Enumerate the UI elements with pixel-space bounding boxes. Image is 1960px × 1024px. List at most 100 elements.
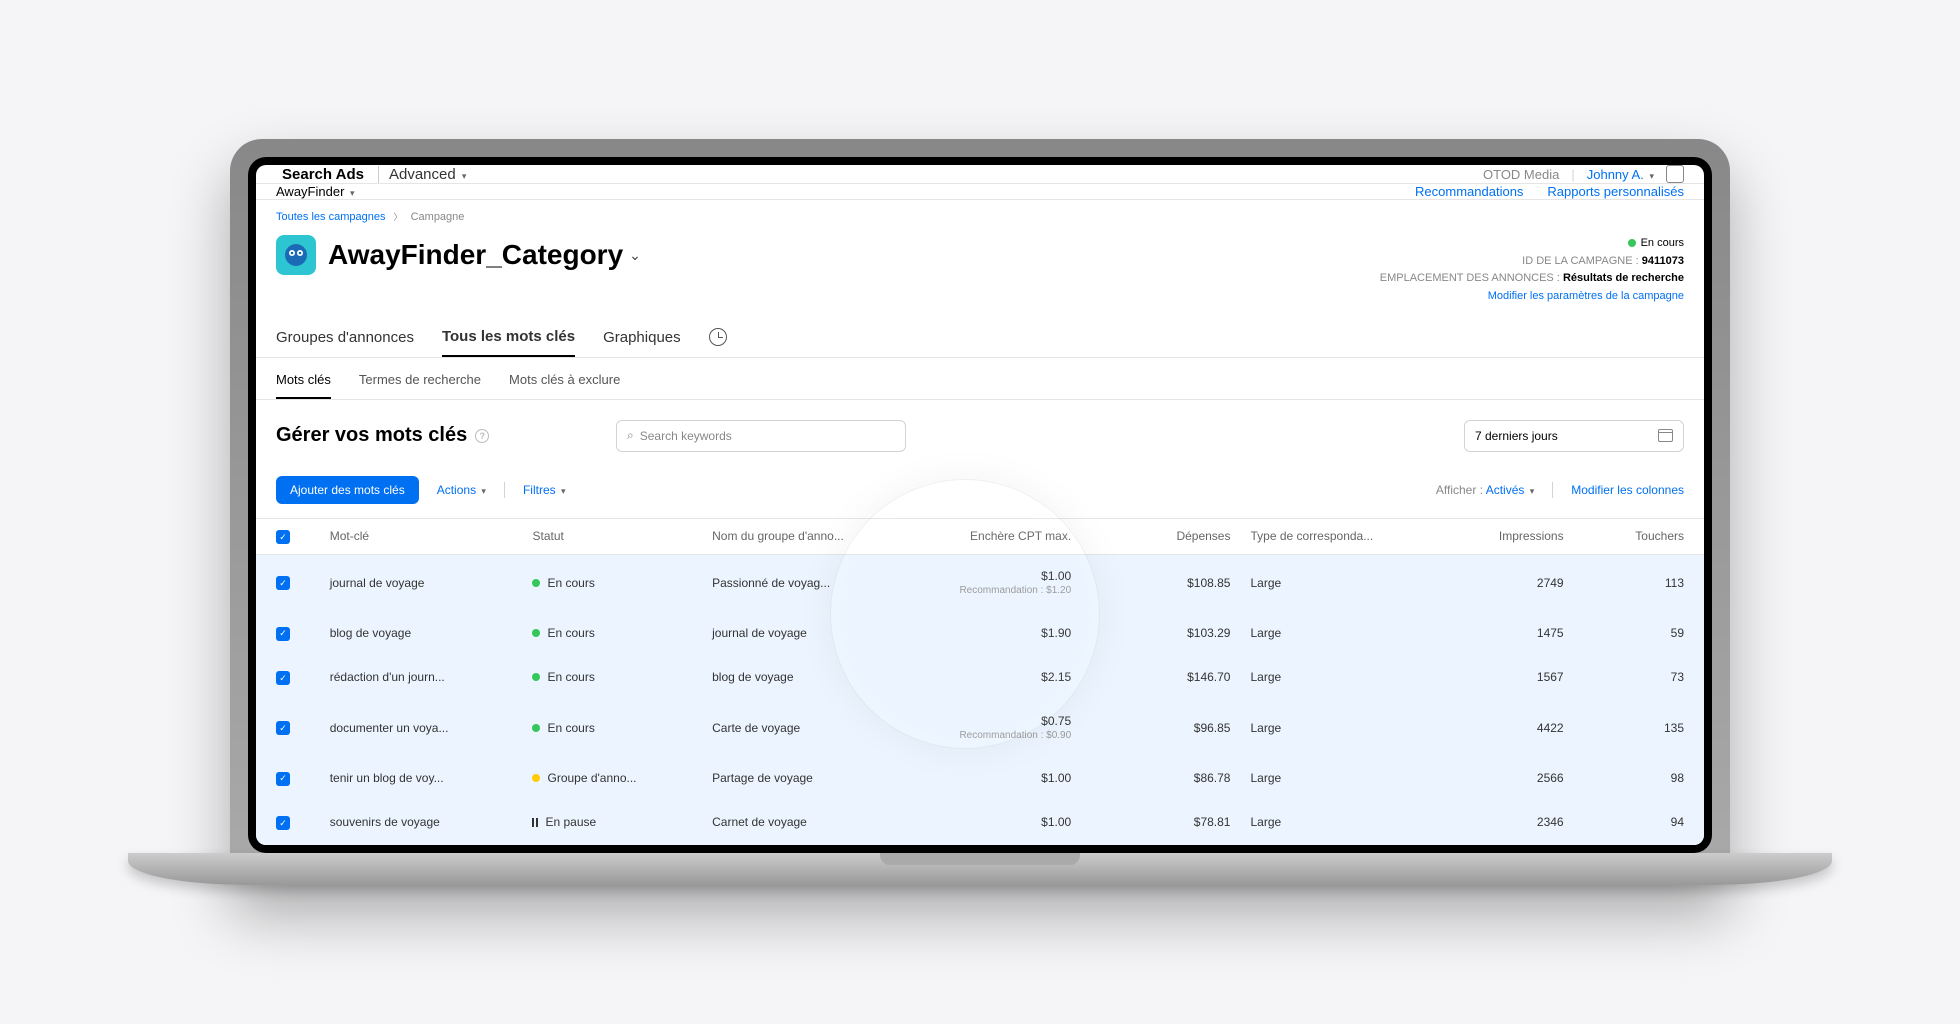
keywords-table: ✓ Mot-clé Statut Nom du groupe d'anno...… — [256, 518, 1704, 846]
edit-columns-link[interactable]: Modifier les colonnes — [1571, 483, 1684, 497]
row-checkbox[interactable]: ✓ — [276, 816, 290, 830]
cell-bid[interactable]: $1.90 — [890, 611, 1081, 656]
show-filter[interactable]: Afficher : Activés ▾ — [1436, 483, 1534, 497]
actions-label: Actions — [437, 483, 476, 497]
cell-group: blog de voyage — [702, 655, 890, 700]
actions-menu[interactable]: Actions ▾ — [437, 483, 486, 497]
filters-menu[interactable]: Filtres ▾ — [523, 483, 566, 497]
placement-label: EMPLACEMENT DES ANNONCES : — [1380, 272, 1560, 284]
row-checkbox[interactable]: ✓ — [276, 671, 290, 685]
col-impressions[interactable]: Impressions — [1414, 518, 1573, 555]
status-text: En cours — [547, 576, 594, 590]
cell-bid[interactable]: $1.00 — [890, 800, 1081, 845]
brand-sub[interactable]: Advanced ▾ — [378, 166, 466, 183]
search-icon: ⌕ — [627, 428, 634, 443]
org-name: OTOD Media — [1483, 167, 1559, 182]
col-status[interactable]: Statut — [522, 518, 702, 555]
col-taps[interactable]: Touchers — [1574, 518, 1704, 555]
viewport: Search Ads Advanced ▾ OTOD Media | Johnn… — [256, 165, 1704, 845]
campaign-title-text: AwayFinder_Category — [328, 239, 623, 271]
brand[interactable]: Search Ads Advanced ▾ — [276, 166, 466, 183]
app-selector[interactable]: AwayFinder ▾ — [276, 184, 355, 199]
id-label: ID DE LA CAMPAGNE : — [1522, 255, 1639, 267]
breadcrumb: Toutes les campagnes 〉 Campagne — [256, 200, 1704, 227]
user-label: Johnny A. — [1587, 167, 1644, 182]
date-range-picker[interactable]: 7 derniers jours — [1464, 420, 1684, 452]
cell-match: Large — [1240, 800, 1414, 845]
edit-campaign-link[interactable]: Modifier les paramètres de la campagne — [1488, 290, 1684, 302]
recommendation-text: Recommandation : $0.90 — [900, 730, 1071, 741]
action-row: Ajouter des mots clés Actions ▾ Filtres … — [256, 462, 1704, 518]
user-menu[interactable]: Johnny A. ▾ — [1587, 167, 1654, 182]
status-text: Groupe d'anno... — [547, 771, 636, 785]
cell-match: Large — [1240, 555, 1414, 611]
cell-taps: 113 — [1574, 555, 1704, 611]
laptop-notch — [880, 853, 1080, 865]
search-input[interactable]: ⌕ Search keywords — [616, 420, 906, 452]
top-right: OTOD Media | Johnny A. ▾ — [1483, 165, 1684, 183]
table-row[interactable]: ✓ tenir un blog de voy... Groupe d'anno...… — [256, 756, 1704, 801]
breadcrumb-root[interactable]: Toutes les campagnes — [276, 211, 385, 223]
cell-group: Carnet de voyage — [702, 800, 890, 845]
help-icon[interactable]: ? — [475, 429, 489, 443]
campaign-title[interactable]: AwayFinder_Category ⌄ — [328, 239, 641, 271]
cell-keyword: blog de voyage — [320, 611, 523, 656]
history-icon[interactable] — [709, 328, 727, 346]
subbar: AwayFinder ▾ Recommandations Rapports pe… — [256, 184, 1704, 200]
panel-icon[interactable] — [1666, 165, 1684, 183]
status-text: En cours — [1641, 237, 1684, 249]
select-all-checkbox[interactable]: ✓ — [276, 530, 290, 544]
cell-bid[interactable]: $1.00Recommandation : $1.20 — [890, 555, 1081, 611]
add-keywords-button[interactable]: Ajouter des mots clés — [276, 476, 419, 504]
tab-ad-groups[interactable]: Groupes d'annonces — [276, 329, 414, 356]
tab-search-terms[interactable]: Termes de recherche — [359, 372, 481, 399]
tab-keywords[interactable]: Mots clés — [276, 372, 331, 399]
col-spend[interactable]: Dépenses — [1081, 518, 1240, 555]
cell-impressions: 1475 — [1414, 611, 1573, 656]
table-row[interactable]: ✓rédaction d'un journ...En coursblog de … — [256, 655, 1704, 700]
cell-group: Carte de voyage — [702, 700, 890, 756]
cell-keyword: documenter un voya... — [320, 700, 523, 756]
status-dot-icon — [532, 673, 540, 681]
chevron-down-icon: ▾ — [1649, 171, 1654, 181]
tab-all-keywords[interactable]: Tous les mots clés — [442, 328, 575, 357]
cell-taps: 59 — [1574, 611, 1704, 656]
cell-keyword: journal de voyage — [320, 555, 523, 611]
recommendations-link[interactable]: Recommandations — [1415, 184, 1523, 199]
tabs-main: Groupes d'annonces Tous les mots clés Gr… — [256, 306, 1704, 358]
row-checkbox[interactable]: ✓ — [276, 576, 290, 590]
app-icon — [276, 235, 316, 275]
cell-match: Large — [1240, 756, 1414, 801]
chevron-down-icon: ▾ — [481, 486, 486, 496]
row-checkbox[interactable]: ✓ — [276, 721, 290, 735]
custom-reports-link[interactable]: Rapports personnalisés — [1547, 184, 1684, 199]
cell-match: Large — [1240, 611, 1414, 656]
tab-negative-keywords[interactable]: Mots clés à exclure — [509, 372, 620, 399]
status-text: En pause — [545, 815, 596, 829]
cell-bid[interactable]: $1.00 — [890, 756, 1081, 801]
search-placeholder: Search keywords — [640, 429, 732, 443]
chevron-down-icon: ▾ — [350, 188, 355, 198]
status-text: En cours — [547, 721, 594, 735]
cell-status: En cours — [522, 611, 702, 656]
cell-bid[interactable]: $0.75Recommandation : $0.90 — [890, 700, 1081, 756]
cell-keyword: tenir un blog de voy... — [320, 756, 523, 801]
cell-bid[interactable]: $2.15 — [890, 655, 1081, 700]
status-dot-icon — [532, 579, 540, 587]
status-dot-icon — [1628, 239, 1636, 247]
col-keyword[interactable]: Mot-clé — [320, 518, 523, 555]
row-checkbox[interactable]: ✓ — [276, 627, 290, 641]
cell-status: En cours — [522, 655, 702, 700]
col-match[interactable]: Type de corresponda... — [1240, 518, 1414, 555]
tab-charts[interactable]: Graphiques — [603, 329, 681, 356]
laptop-frame: Search Ads Advanced ▾ OTOD Media | Johnn… — [230, 139, 1730, 885]
cell-status: En cours — [522, 555, 702, 611]
table-row[interactable]: ✓souvenirs de voyageEn pauseCarnet de vo… — [256, 800, 1704, 845]
manage-row: Gérer vos mots clés ? ⌕ Search keywords … — [256, 400, 1704, 462]
table-row[interactable]: ✓ documenter un voya... En cours Carte de v… — [256, 700, 1704, 756]
col-group[interactable]: Nom du groupe d'anno... — [702, 518, 890, 555]
col-bid[interactable]: Enchère CPT max. — [890, 518, 1081, 555]
table-row[interactable]: ✓journal de voyageEn coursPassionné de v… — [256, 555, 1704, 611]
table-row[interactable]: ✓blog de voyageEn coursjournal de voyage… — [256, 611, 1704, 656]
row-checkbox[interactable]: ✓ — [276, 772, 290, 786]
